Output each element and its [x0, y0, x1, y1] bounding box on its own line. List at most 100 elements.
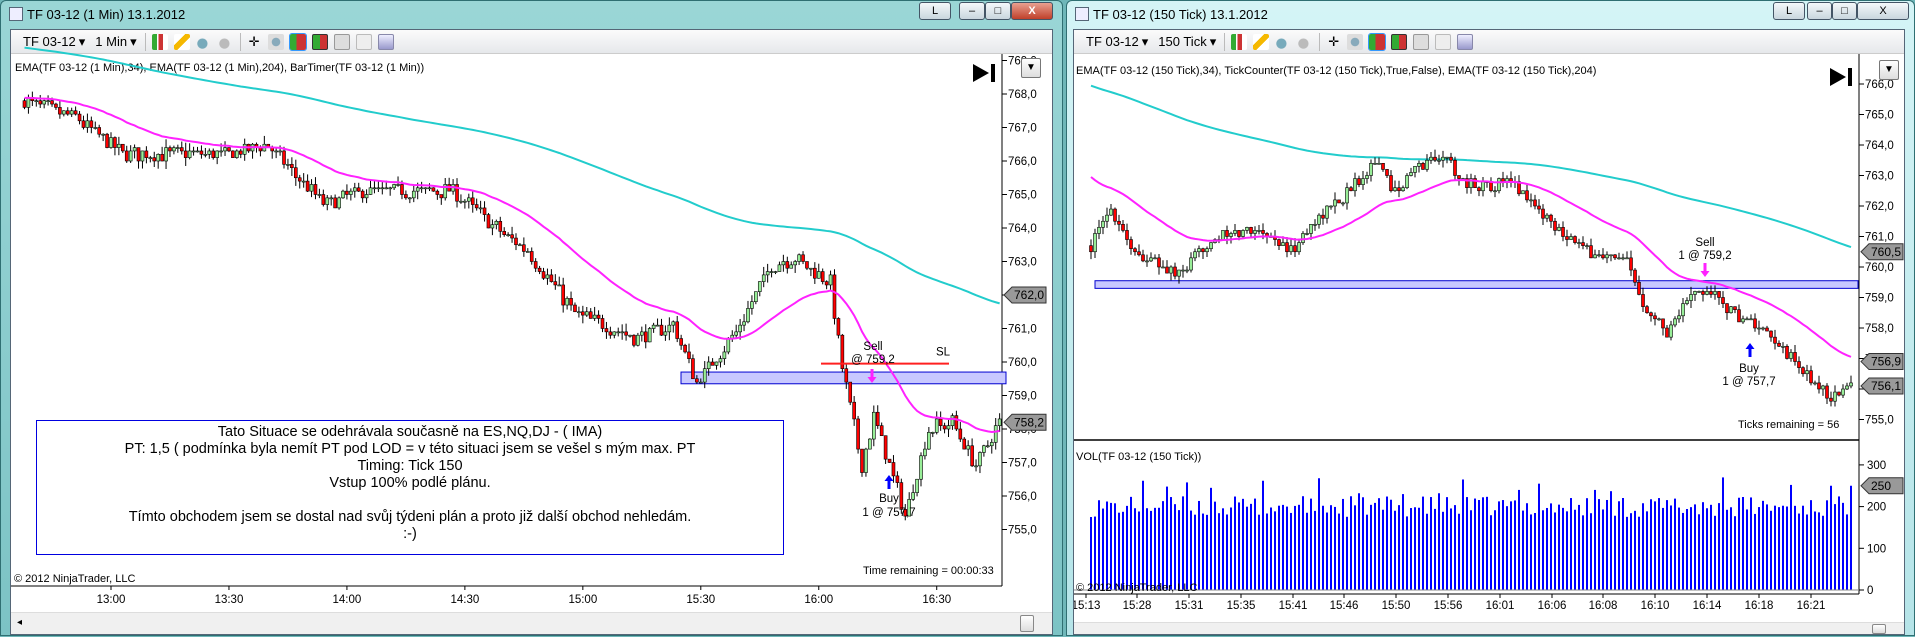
link-button[interactable]: L [919, 2, 951, 20]
jump-to-end-icon [973, 64, 995, 82]
candle [1445, 156, 1449, 159]
candle [848, 381, 853, 403]
candle [726, 338, 731, 353]
volume-bar [1094, 516, 1096, 590]
price-tag: 758,2 [1014, 415, 1044, 429]
maximize-button[interactable]: □ [985, 2, 1011, 20]
candle [1353, 178, 1357, 192]
candle [911, 492, 915, 500]
price-tick-label: 765,0 [1865, 110, 1894, 122]
candle [891, 462, 896, 477]
candle [1725, 303, 1729, 314]
volume-bar [1386, 496, 1388, 590]
candle [1297, 242, 1301, 253]
time-tick-label: 15:46 [1330, 600, 1359, 612]
price-tag: 760,5 [1871, 245, 1901, 259]
volume-bar [1374, 502, 1376, 590]
volume-bar [1566, 511, 1568, 590]
candle [671, 321, 676, 326]
volume-bar [1166, 486, 1168, 590]
volume-bar [1278, 505, 1280, 590]
price-tick-label: 766,0 [1865, 79, 1894, 91]
volume-bar [1754, 513, 1756, 590]
candle [404, 194, 408, 199]
time-tick-label: 15:56 [1434, 600, 1463, 612]
candle [1837, 391, 1841, 396]
candle [982, 445, 986, 453]
candle [1629, 257, 1633, 271]
price-chart-150tick[interactable]: 766,0 765,0 764,0 763,0 762,0 761,0 760,0 759,0… [1074, 30, 1906, 637]
bar-timer-text: Time remaining = 00:00:33 [863, 565, 994, 577]
candle [120, 143, 125, 152]
maximize-button[interactable]: □ [1832, 2, 1857, 20]
candle [58, 107, 62, 115]
candle [1481, 181, 1485, 192]
volume-bar [1550, 503, 1552, 590]
indicator-legend: EMA(TF 03-12 (150 Tick),34), TickCounter… [1076, 65, 1596, 77]
candle [282, 150, 286, 165]
copyright-text: © 2012 NinjaTrader, LLC [1076, 582, 1197, 594]
volume-bar [1530, 514, 1532, 590]
volume-bar [1414, 507, 1416, 590]
candle [836, 318, 841, 336]
candle [337, 197, 341, 209]
note-line: Tato Situace se odehrávala současně na E… [217, 424, 603, 440]
candle [1605, 254, 1609, 259]
horizontal-scrollbar[interactable] [1074, 622, 1904, 634]
close-button[interactable]: X [1011, 2, 1053, 20]
horizontal-scrollbar[interactable]: ◂ [11, 612, 1052, 634]
candle [868, 438, 872, 450]
scrollbar-thumb[interactable] [1872, 624, 1886, 634]
volume-bar [1814, 511, 1816, 590]
volume-bar [1142, 480, 1144, 590]
chart-dropdown-button[interactable]: ▼ [1021, 58, 1041, 78]
candle [290, 164, 294, 169]
close-button[interactable]: X [1857, 2, 1909, 20]
chart-dropdown-button[interactable]: ▼ [1879, 60, 1899, 80]
candle [1653, 315, 1657, 320]
candle [423, 187, 428, 190]
candle [109, 137, 113, 148]
volume-bar [1506, 506, 1508, 590]
volume-tick-label: 300 [1867, 460, 1886, 472]
minimize-button[interactable]: – [1807, 2, 1832, 20]
candle [734, 331, 738, 336]
link-button[interactable]: L [1773, 2, 1805, 20]
scroll-left-icon[interactable]: ◂ [17, 617, 22, 628]
candle [1441, 156, 1445, 161]
candle [883, 435, 888, 460]
candle [1453, 159, 1457, 176]
candle [1841, 388, 1845, 396]
volume-bar [1370, 504, 1372, 590]
candle [624, 331, 628, 336]
candle [879, 425, 884, 436]
price-tick-label: 760,0 [1008, 357, 1037, 369]
candle [533, 261, 538, 269]
volume-bar [1330, 505, 1332, 590]
candle [757, 281, 762, 292]
candle [663, 331, 668, 336]
volume-bar [1590, 513, 1592, 590]
candle [1141, 254, 1145, 262]
candle [321, 194, 326, 205]
candle [187, 150, 192, 158]
candle [1521, 190, 1525, 195]
candle [1357, 178, 1361, 185]
candle [195, 150, 200, 153]
minimize-button[interactable]: – [959, 2, 985, 20]
volume-bar [1302, 496, 1304, 590]
volume-bar [1770, 510, 1772, 590]
volume-bar [1610, 491, 1612, 590]
candle [887, 458, 892, 463]
candle [1237, 230, 1241, 237]
time-tick-label: 15:00 [568, 594, 597, 606]
volume-bar [1846, 514, 1848, 590]
candle [1593, 254, 1597, 259]
candle [962, 438, 967, 450]
chart-app-icon [9, 7, 23, 21]
scrollbar-thumb[interactable] [1020, 615, 1034, 632]
candle [1125, 230, 1129, 240]
candle [1097, 227, 1101, 234]
candle [1409, 172, 1413, 176]
price-tick-label: 768,0 [1008, 89, 1037, 101]
